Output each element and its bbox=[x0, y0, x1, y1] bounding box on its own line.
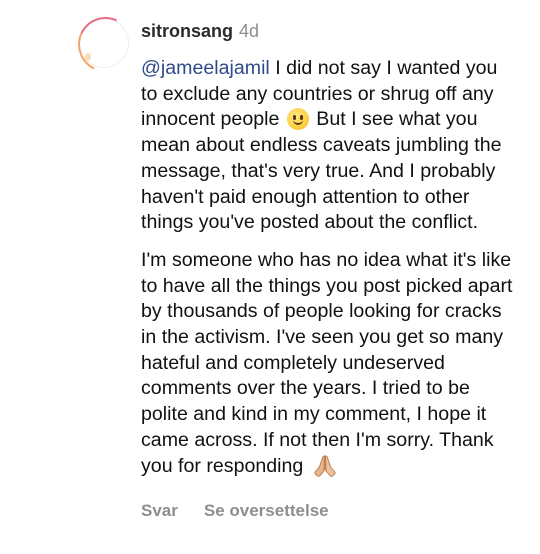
comment-text-part-3: I'm someone who has no idea what it's li… bbox=[141, 248, 513, 477]
comment-header: sitronsang 4d bbox=[141, 19, 259, 43]
folded-hands-emoji-icon bbox=[314, 455, 336, 477]
mention-link[interactable]: @jameelajamil bbox=[141, 57, 270, 79]
avatar[interactable] bbox=[79, 18, 129, 68]
username[interactable]: sitronsang bbox=[141, 21, 233, 41]
comment-paragraph-1: @jameelajamil I did not say I wanted you… bbox=[141, 56, 513, 236]
reply-button[interactable]: Svar bbox=[141, 500, 178, 522]
see-translation-button[interactable]: Se oversettelse bbox=[204, 500, 329, 522]
comment-time: 4d bbox=[239, 21, 260, 41]
comment-paragraph-2: I'm someone who has no idea what it's li… bbox=[141, 248, 513, 479]
comment-body: @jameelajamil I did not say I wanted you… bbox=[141, 56, 513, 479]
comment-actions: Svar Se oversettelse bbox=[141, 500, 329, 522]
smiling-face-emoji-icon bbox=[286, 108, 309, 131]
comment: sitronsang 4d @jameelajamil I did not say… bbox=[0, 0, 540, 554]
